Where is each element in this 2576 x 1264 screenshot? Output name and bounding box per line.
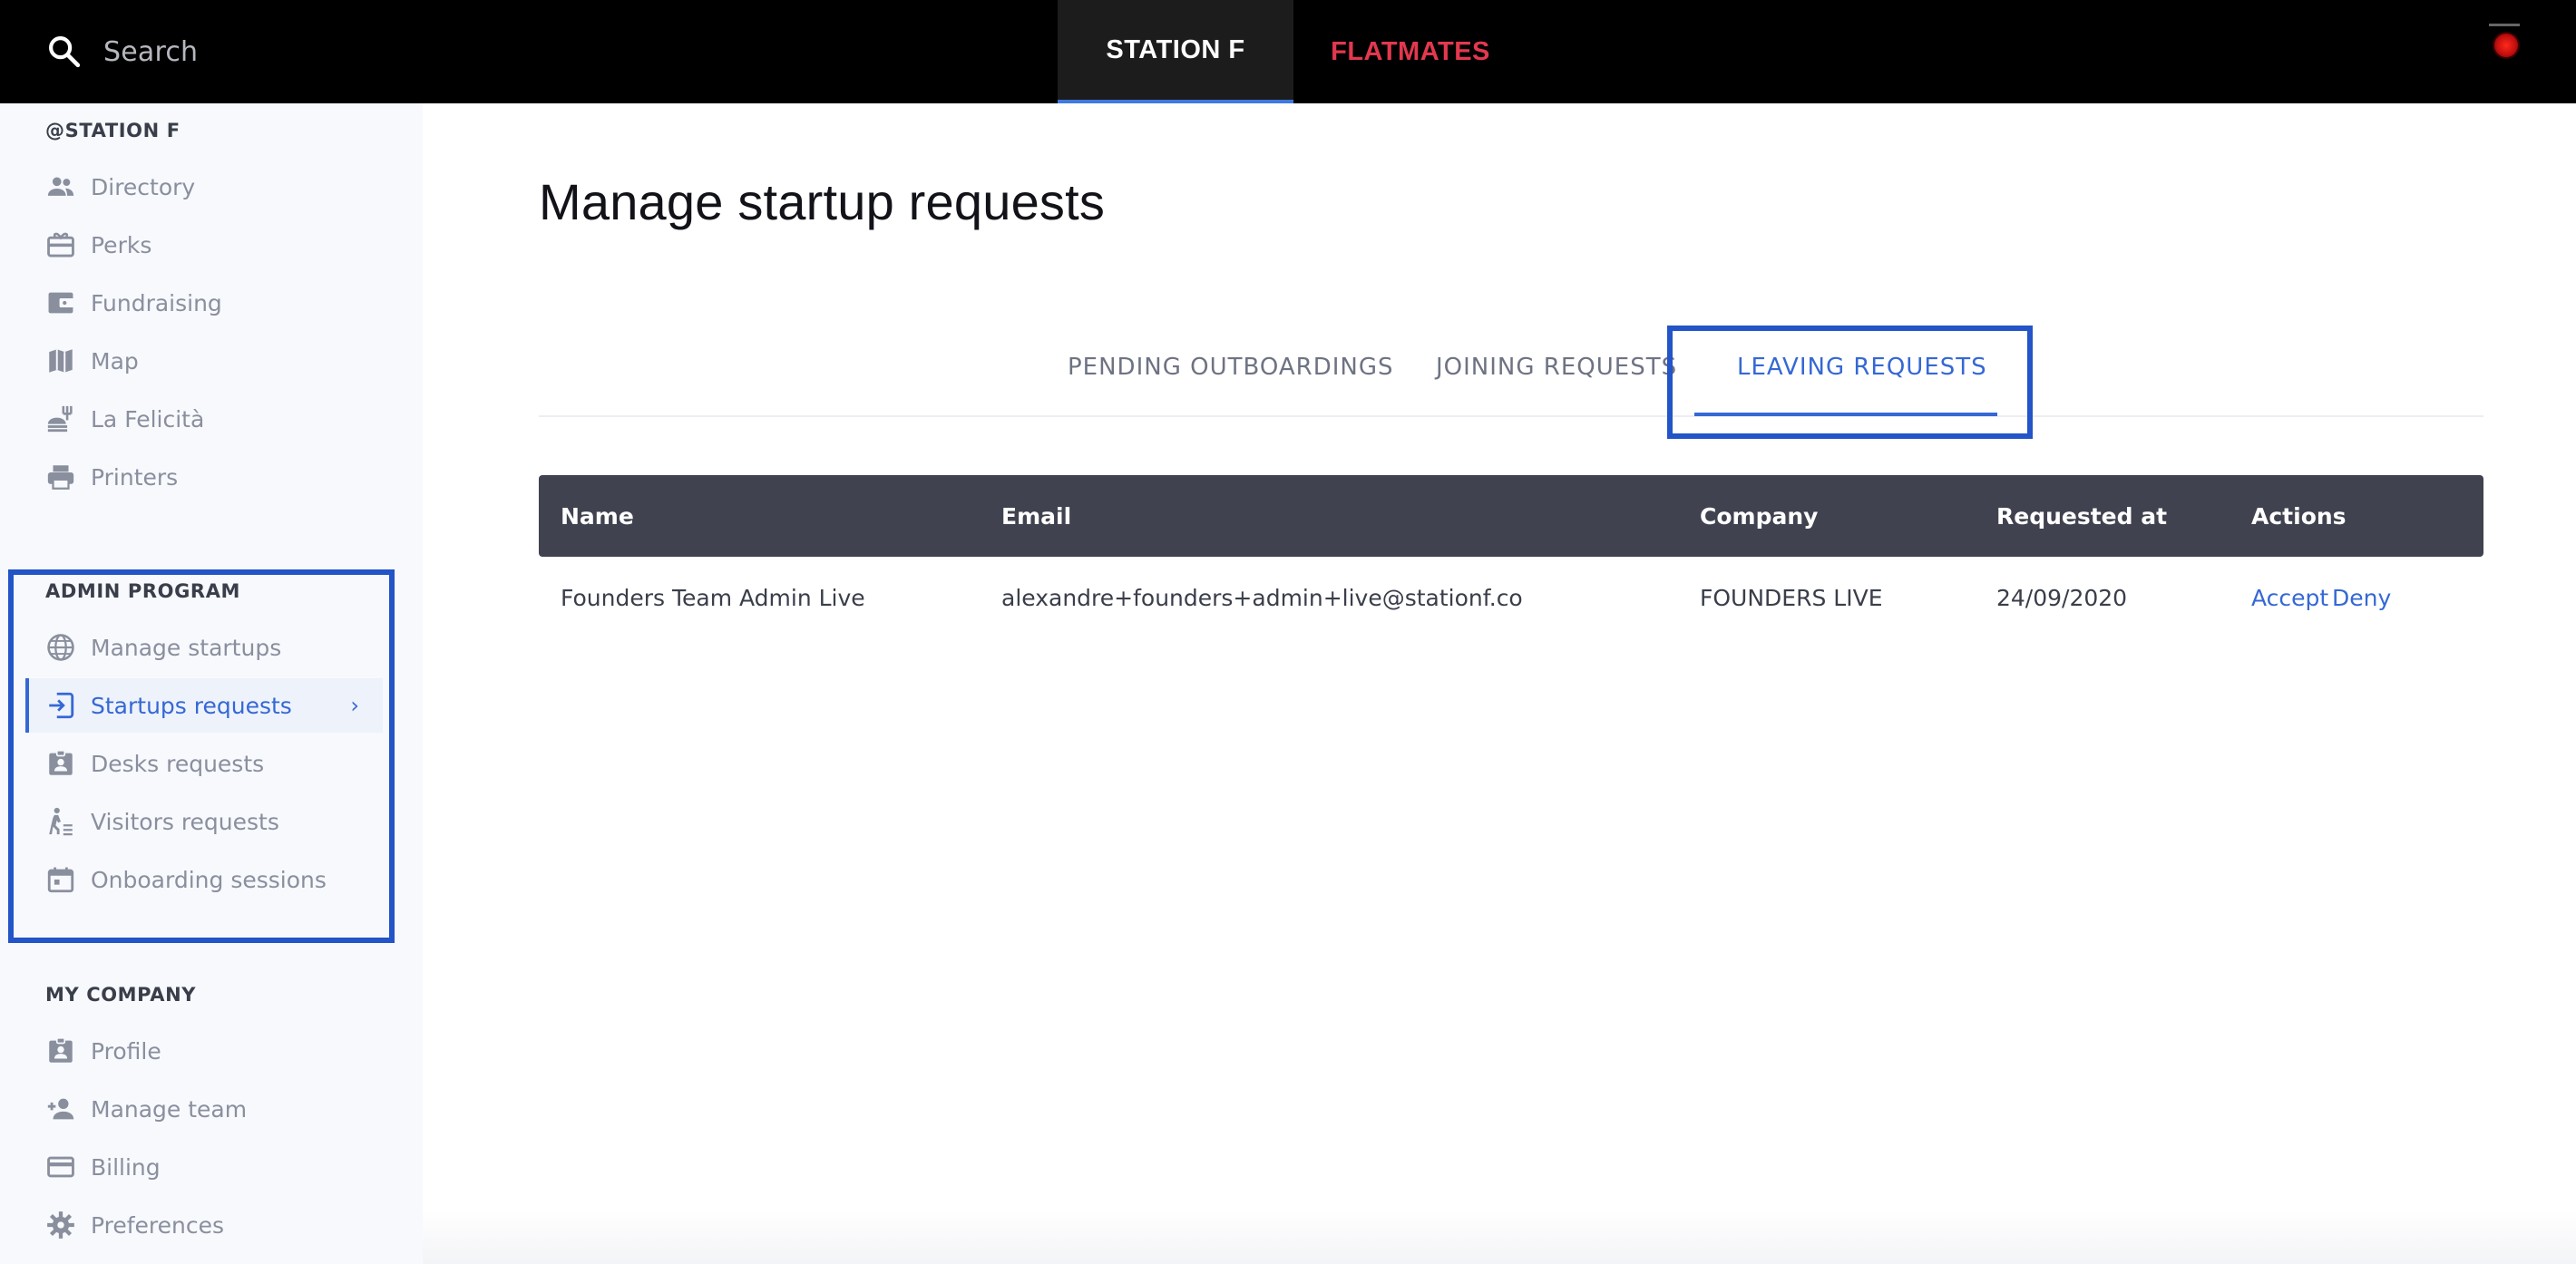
search-input[interactable]: Search <box>103 36 198 68</box>
sidebar-item-label: Map <box>91 347 139 374</box>
column-header-requested-at: Requested at <box>1996 502 2168 530</box>
cell-name: Founders Team Admin Live <box>561 584 865 611</box>
cell-company: FOUNDERS LIVE <box>1700 584 1883 611</box>
sidebar-item-desks-requests[interactable]: Desks requests <box>25 736 383 791</box>
gift-card-icon <box>45 229 76 260</box>
sidebar-item-label: Onboarding sessions <box>91 866 327 893</box>
sidebar-item-la-felicita[interactable]: La Felicità <box>25 392 383 446</box>
section-title-admin: ADMIN PROGRAM <box>45 580 241 602</box>
sidebar-item-label: Perks <box>91 231 152 258</box>
map-icon <box>45 345 76 376</box>
sidebar-item-fundraising[interactable]: Fundraising <box>25 276 383 330</box>
sidebar-item-label: Billing <box>91 1153 161 1181</box>
accept-button[interactable]: Accept <box>2251 575 2328 620</box>
people-icon <box>45 171 76 202</box>
calendar-icon <box>45 864 76 895</box>
sidebar-item-preferences[interactable]: Preferences <box>25 1198 383 1252</box>
credit-card-icon <box>45 1152 76 1182</box>
sidebar-item-manage-team[interactable]: Manage team <box>25 1082 383 1136</box>
deny-button[interactable]: Deny <box>2332 575 2391 620</box>
sidebar-item-label: La Felicità <box>91 405 205 433</box>
sidebar-item-label: Startups requests <box>91 692 292 719</box>
sidebar-item-billing[interactable]: Billing <box>25 1140 383 1194</box>
sidebar-item-visitors-requests[interactable]: Visitors requests <box>25 794 383 849</box>
column-header-name: Name <box>561 502 634 530</box>
active-tab-indicator <box>1694 413 1997 416</box>
bottom-shadow <box>423 1210 2576 1264</box>
sidebar-item-label: Manage team <box>91 1095 248 1123</box>
globe-icon <box>45 632 76 663</box>
badge-icon <box>45 748 76 779</box>
sidebar-item-label: Fundraising <box>91 289 222 316</box>
column-header-email: Email <box>1001 502 1072 530</box>
cell-email: alexandre+founders+admin+live@stationf.c… <box>1001 584 1523 611</box>
sidebar-item-directory[interactable]: Directory <box>25 160 383 214</box>
sidebar-item-manage-startups[interactable]: Manage startups <box>25 620 383 675</box>
top-bar: Search STATION F FLATMATES <box>0 0 2576 103</box>
tabs-divider <box>539 415 2483 417</box>
sidebar-item-startups-requests[interactable]: Startups requests › <box>25 678 383 733</box>
printer-icon <box>45 462 76 492</box>
section-title-company: MY COMPANY <box>45 984 197 1006</box>
food-icon <box>45 404 76 434</box>
sidebar-item-perks[interactable]: Perks <box>25 218 383 272</box>
search-icon[interactable] <box>45 33 83 71</box>
tab-flatmates[interactable]: FLATMATES <box>1293 0 1527 103</box>
sidebar: @STATION F Directory Perks Fundraising M… <box>0 103 423 1264</box>
sidebar-item-printers[interactable]: Printers <box>25 450 383 504</box>
badge-icon <box>45 1036 76 1066</box>
chevron-right-icon: › <box>350 693 359 718</box>
column-header-company: Company <box>1700 502 1819 530</box>
cell-requested-at: 24/09/2020 <box>1996 584 2128 611</box>
sidebar-item-label: Profile <box>91 1037 161 1065</box>
gear-icon <box>45 1210 76 1240</box>
sidebar-item-label: Manage startups <box>91 634 282 661</box>
page-title: Manage startup requests <box>539 173 1106 230</box>
sidebar-item-onboarding-sessions[interactable]: Onboarding sessions <box>25 852 383 907</box>
tab-joining-requests[interactable]: JOINING REQUESTS <box>1436 345 1677 390</box>
recording-indicator-icon <box>2489 24 2522 63</box>
sidebar-item-profile[interactable]: Profile <box>25 1024 383 1078</box>
table-header: Name Email Company Requested at Actions <box>539 475 2483 557</box>
section-title-station: @STATION F <box>45 120 181 141</box>
wallet-icon <box>45 287 76 318</box>
tab-leaving-requests[interactable]: LEAVING REQUESTS <box>1737 345 1987 390</box>
sidebar-item-label: Directory <box>91 173 196 200</box>
search-box[interactable]: Search <box>45 27 198 76</box>
column-header-actions: Actions <box>2251 502 2347 530</box>
visitor-icon <box>45 806 76 837</box>
sidebar-item-label: Preferences <box>91 1211 225 1239</box>
tab-pending-outboardings[interactable]: PENDING OUTBOARDINGS <box>1068 345 1394 390</box>
add-person-icon <box>45 1094 76 1124</box>
enter-icon <box>45 690 76 721</box>
sidebar-item-label: Visitors requests <box>91 808 279 835</box>
sidebar-item-label: Desks requests <box>91 750 265 777</box>
sidebar-item-label: Printers <box>91 463 179 491</box>
sidebar-item-map[interactable]: Map <box>25 334 383 388</box>
tab-station-f[interactable]: STATION F <box>1058 0 1293 103</box>
